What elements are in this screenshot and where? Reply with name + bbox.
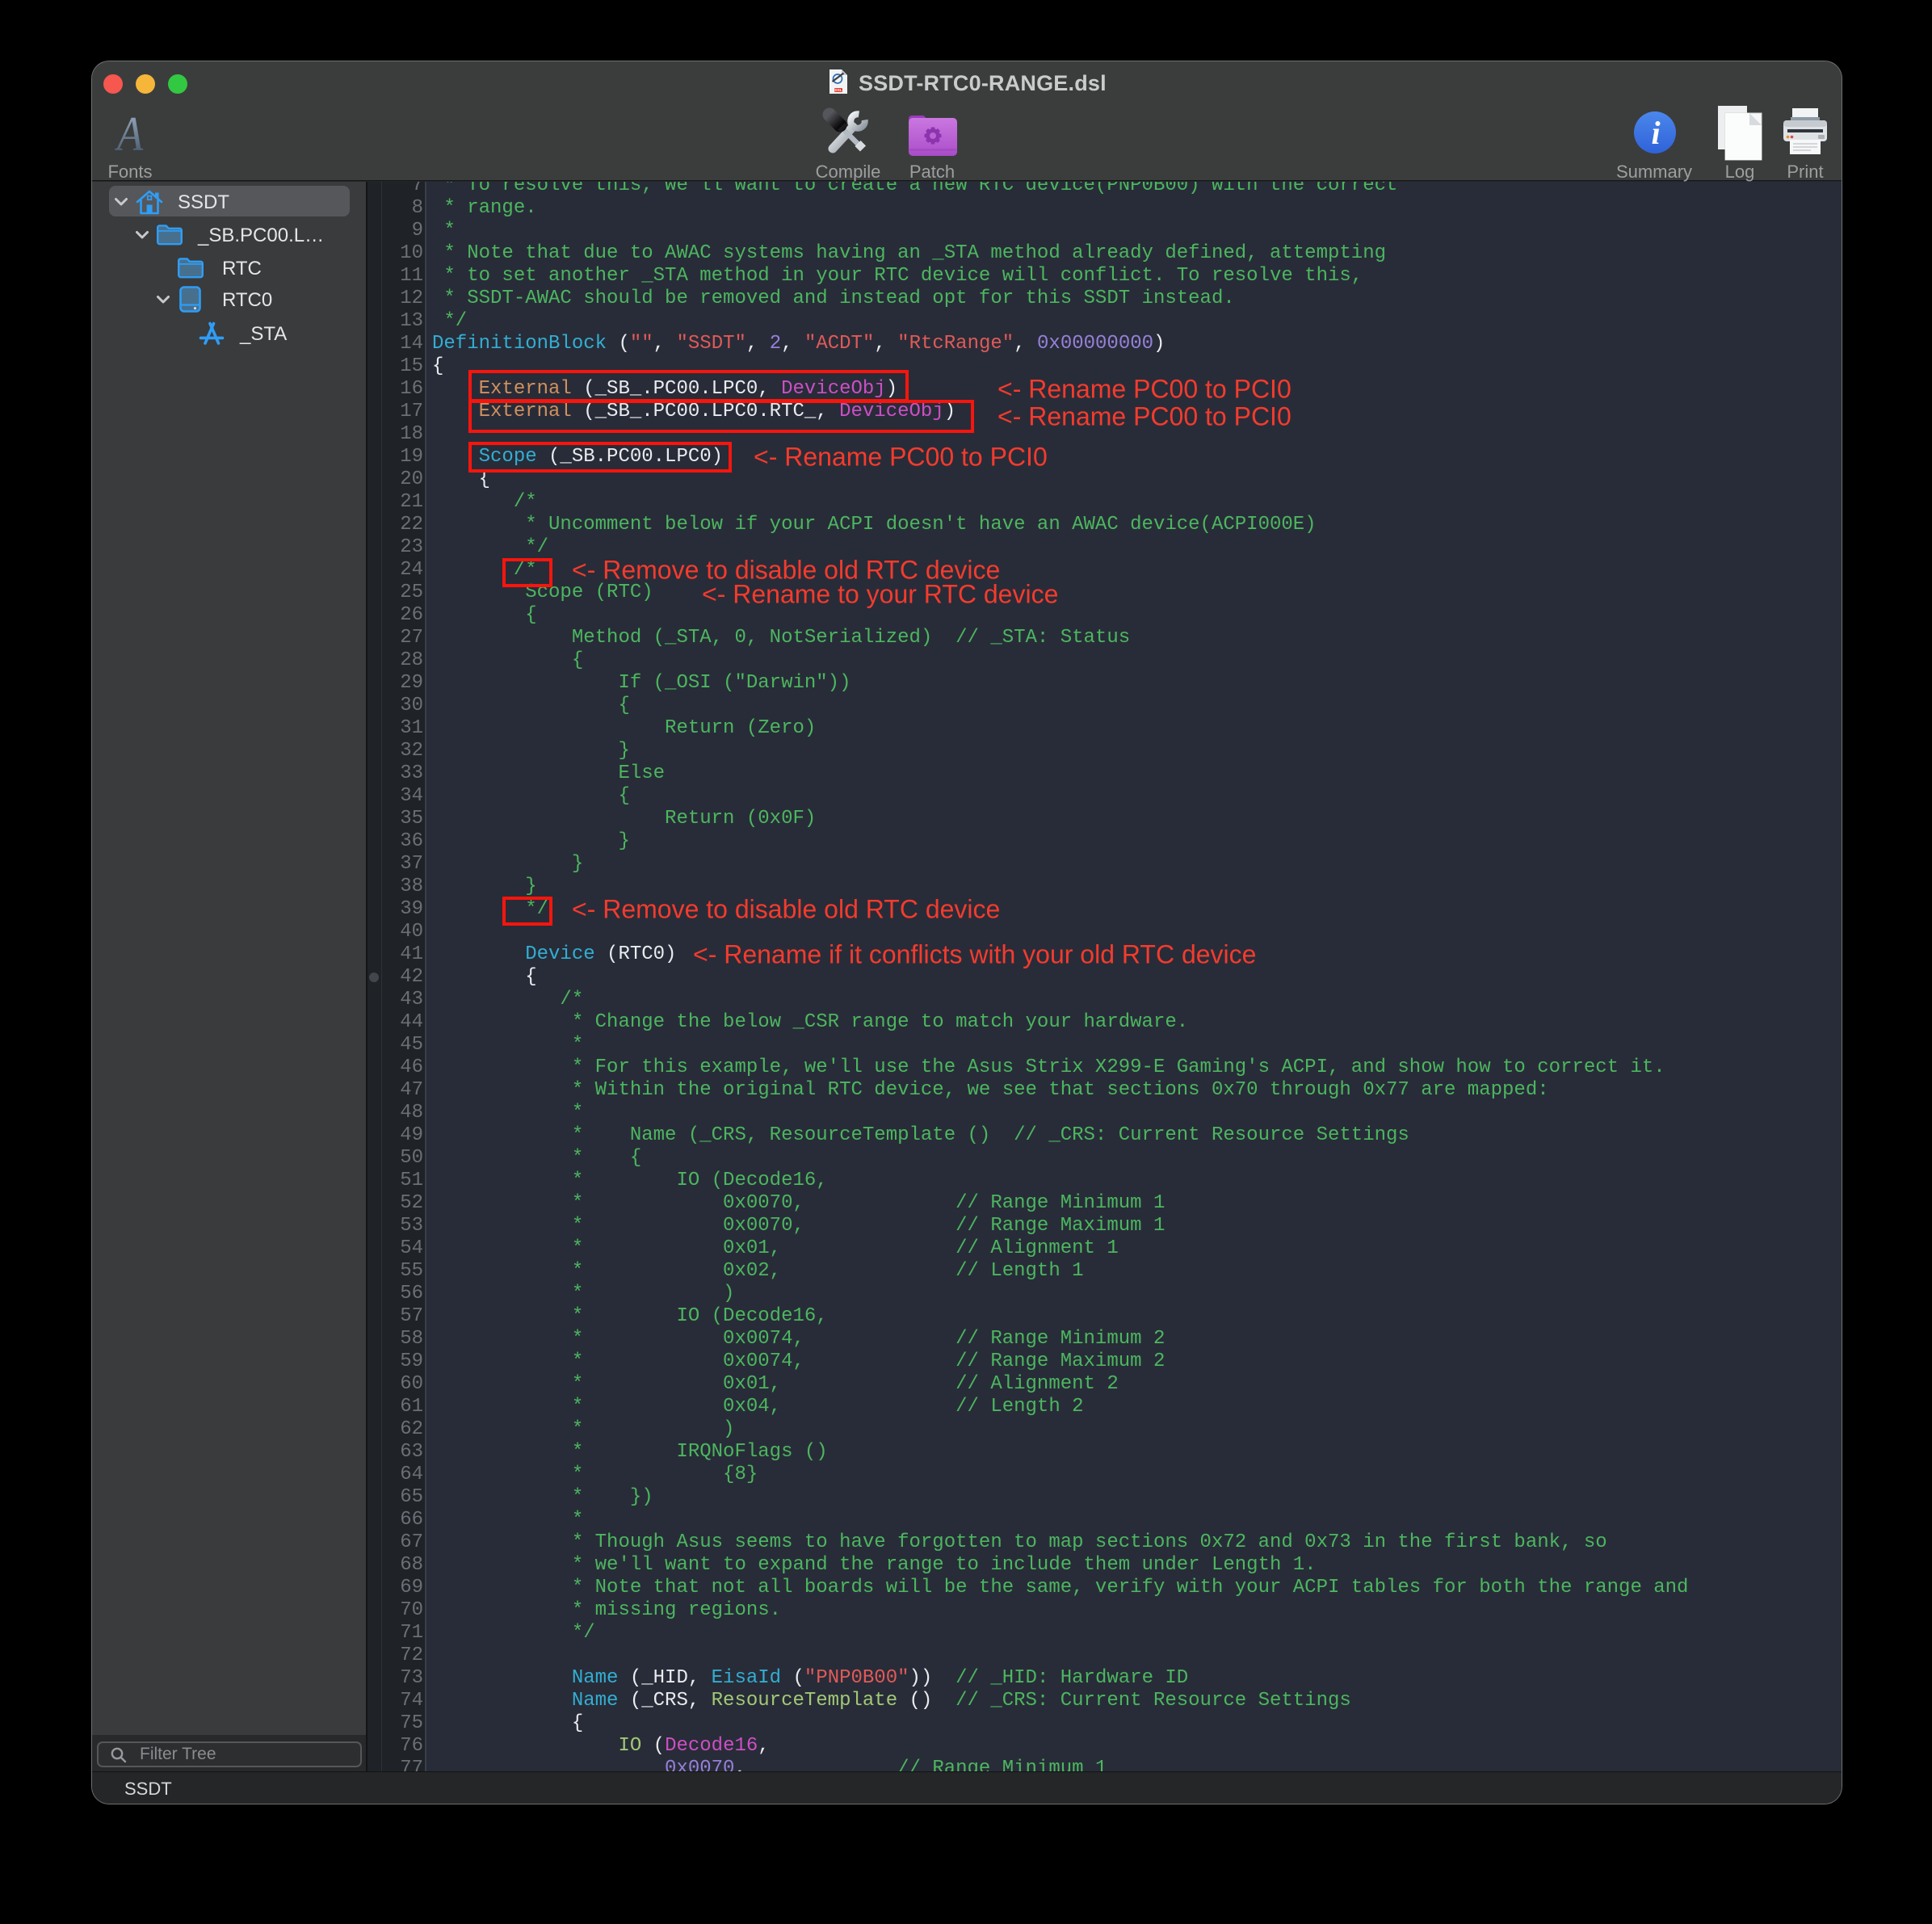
svg-text:i: i <box>1651 115 1660 151</box>
svg-text:A: A <box>114 113 143 153</box>
svg-text:DSL: DSL <box>834 88 842 92</box>
